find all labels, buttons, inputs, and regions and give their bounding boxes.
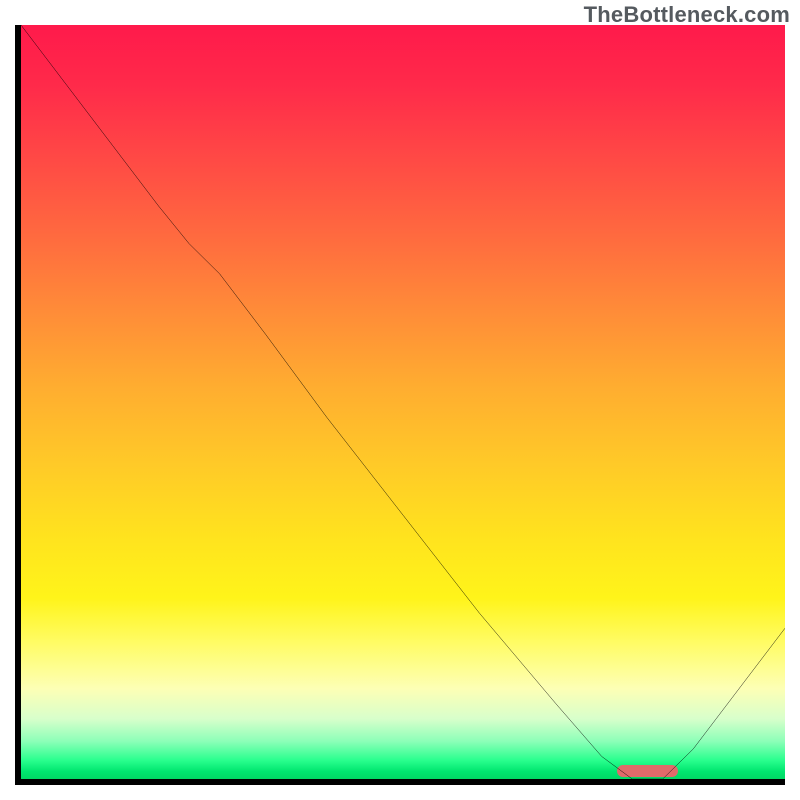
chart-axes-frame [15, 25, 785, 785]
watermark-text: TheBottleneck.com [584, 2, 790, 28]
bottleneck-curve [21, 25, 785, 779]
